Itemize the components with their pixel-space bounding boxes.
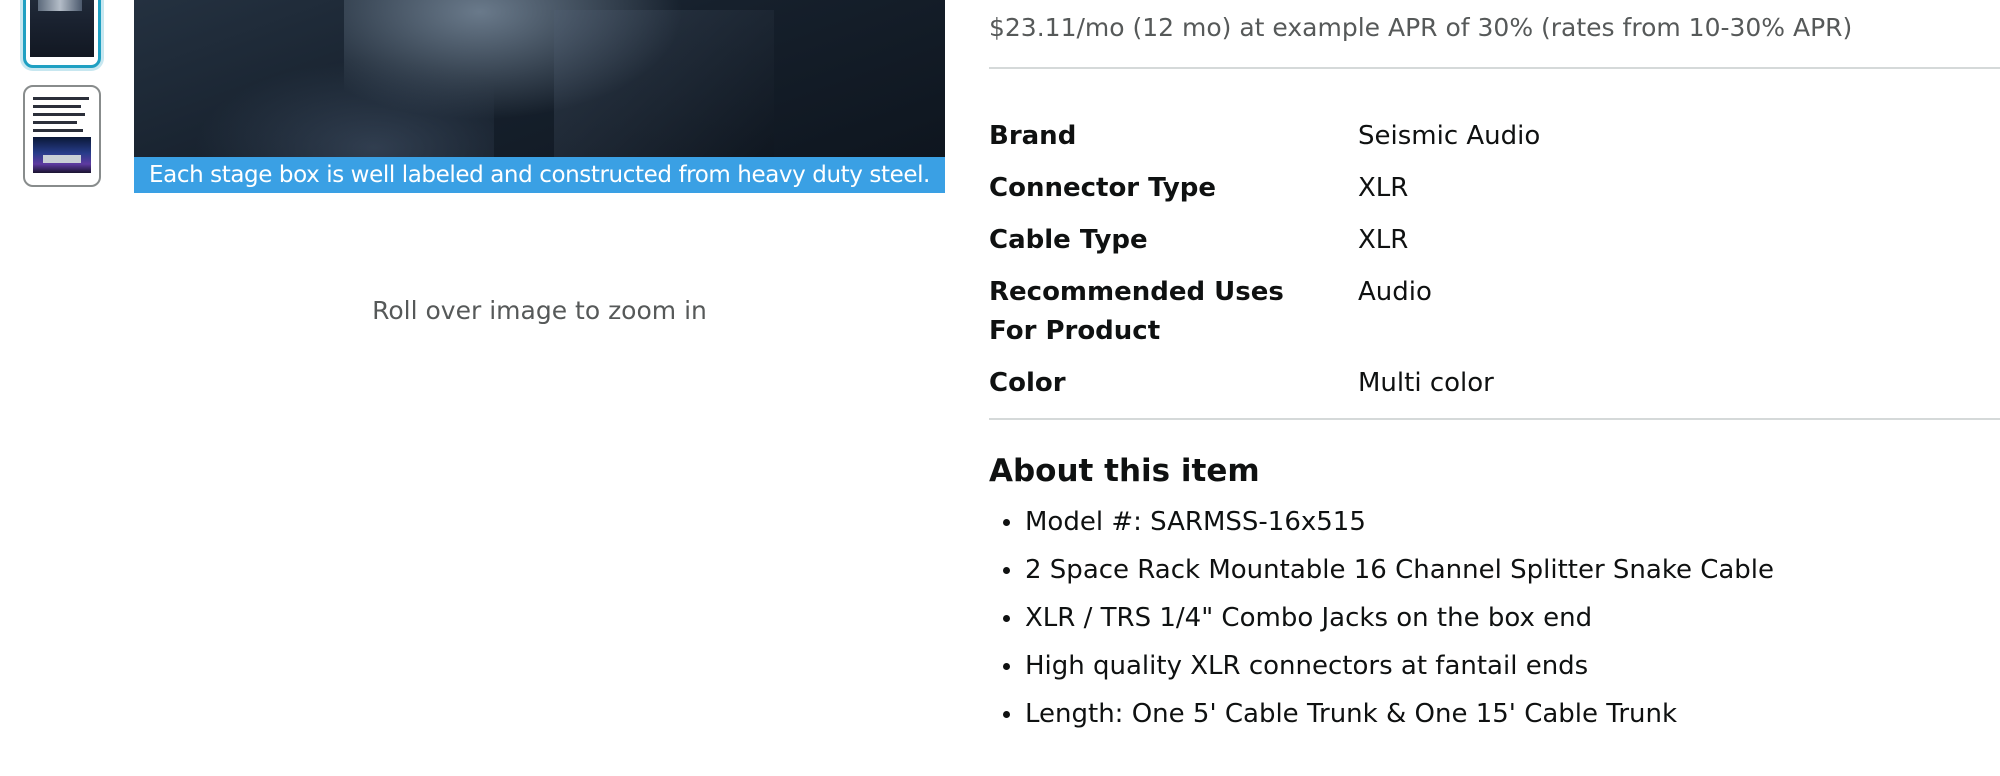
divider [989,67,2000,69]
image-panel [554,10,774,160]
product-overview-table: Brand Seismic Audio Connector Type XLR C… [989,117,1540,416]
spec-key: Color [989,368,1066,398]
feature-bullets: Model #: SARMSS-16x515 2 Space Rack Moun… [989,503,1774,743]
product-page: Each stage box is well labeled and const… [0,0,2000,776]
feature-bullet: Model #: SARMSS-16x515 [989,503,1774,541]
feature-bullet: Length: One 5' Cable Trunk & One 15' Cab… [989,695,1774,733]
spec-key: Recommended Uses For Product [989,277,1284,346]
spec-key: Connector Type [989,173,1217,203]
main-product-image[interactable]: Each stage box is well labeled and const… [134,0,945,193]
spec-value: Seismic Audio [1358,121,1541,151]
spec-value: XLR [1358,173,1409,203]
thumbnail-image [30,92,94,179]
zoom-hint: Roll over image to zoom in [372,296,707,325]
spec-row-recommended-uses: Recommended Uses For Product Audio [989,273,1540,364]
image-caption-bar: Each stage box is well labeled and const… [134,157,945,193]
feature-bullet: XLR / TRS 1/4" Combo Jacks on the box en… [989,599,1774,637]
thumbnail-selected[interactable] [23,0,101,68]
image-figure [194,60,494,170]
spec-value: XLR [1358,225,1409,255]
spec-value: Multi color [1358,368,1494,398]
spec-key: Cable Type [989,225,1148,255]
feature-bullet: High quality XLR connectors at fantail e… [989,647,1774,685]
thumbnail-image [30,0,94,57]
spec-key: Brand [989,121,1077,151]
thumbnail-infographic[interactable] [23,85,101,187]
divider [989,418,2000,420]
spec-value: Audio [1358,277,1432,307]
image-caption: Each stage box is well labeled and const… [149,162,930,188]
financing-offer: $23.11/mo (12 mo) at example APR of 30% … [989,13,1853,42]
spec-row-connector-type: Connector Type XLR [989,169,1540,221]
spec-row-cable-type: Cable Type XLR [989,221,1540,273]
about-heading: About this item [989,453,1260,489]
feature-bullet: 2 Space Rack Mountable 16 Channel Splitt… [989,551,1774,589]
spec-row-brand: Brand Seismic Audio [989,117,1540,169]
spec-row-color: Color Multi color [989,364,1540,416]
